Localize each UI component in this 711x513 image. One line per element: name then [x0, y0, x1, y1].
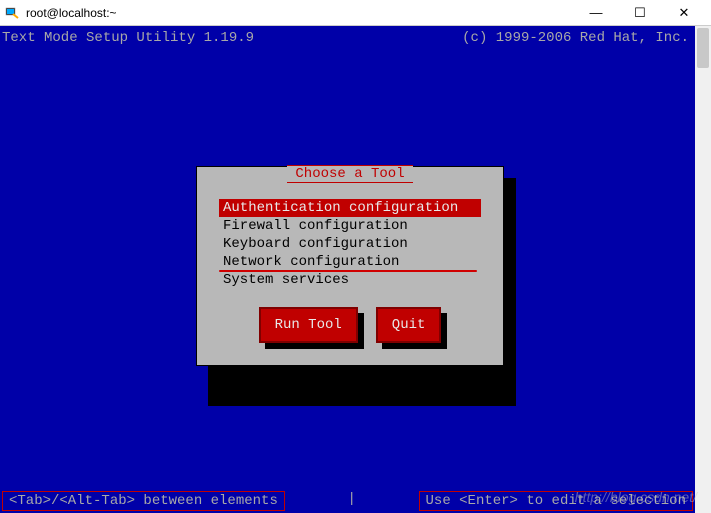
choose-tool-dialog: Choose a Tool Authentication configurati…: [196, 166, 504, 366]
menu-item-authentication[interactable]: Authentication configuration: [219, 199, 481, 217]
menu-item-firewall[interactable]: Firewall configuration: [219, 217, 481, 235]
tool-menu-list: Authentication configuration Firewall co…: [215, 199, 485, 289]
footer-hint-tab: <Tab>/<Alt-Tab> between elements: [2, 491, 285, 511]
run-tool-button[interactable]: Run Tool: [259, 307, 358, 343]
scrollbar-thumb[interactable]: [697, 28, 709, 68]
footer-help-bar: <Tab>/<Alt-Tab> between elements | Use <…: [2, 491, 693, 511]
window-title: root@localhost:~: [26, 6, 581, 20]
menu-item-system-services[interactable]: System services: [219, 271, 481, 289]
putty-icon: [4, 5, 20, 21]
copyright: (c) 1999-2006 Red Hat, Inc.: [462, 30, 689, 46]
close-button[interactable]: ✕: [669, 3, 699, 23]
dialog-button-row: Run Tool Quit: [215, 307, 485, 343]
maximize-button[interactable]: ☐: [625, 3, 655, 23]
footer-separator: |: [339, 491, 363, 511]
window-controls: — ☐ ✕: [581, 3, 699, 23]
vertical-scrollbar[interactable]: [695, 26, 711, 513]
menu-item-network[interactable]: Network configuration: [219, 253, 481, 271]
terminal-area: Text Mode Setup Utility 1.19.9 (c) 1999-…: [0, 26, 711, 513]
quit-button[interactable]: Quit: [376, 307, 442, 343]
terminal-header: Text Mode Setup Utility 1.19.9 (c) 1999-…: [0, 26, 711, 50]
dialog-title: Choose a Tool: [287, 165, 412, 183]
minimize-button[interactable]: —: [581, 3, 611, 23]
app-title: Text Mode Setup Utility 1.19.9: [2, 30, 254, 46]
dialog-container: Choose a Tool Authentication configurati…: [196, 166, 504, 366]
window-titlebar: root@localhost:~ — ☐ ✕: [0, 0, 711, 26]
menu-item-keyboard[interactable]: Keyboard configuration: [219, 235, 481, 253]
footer-hint-enter: Use <Enter> to edit a selection: [419, 491, 693, 511]
